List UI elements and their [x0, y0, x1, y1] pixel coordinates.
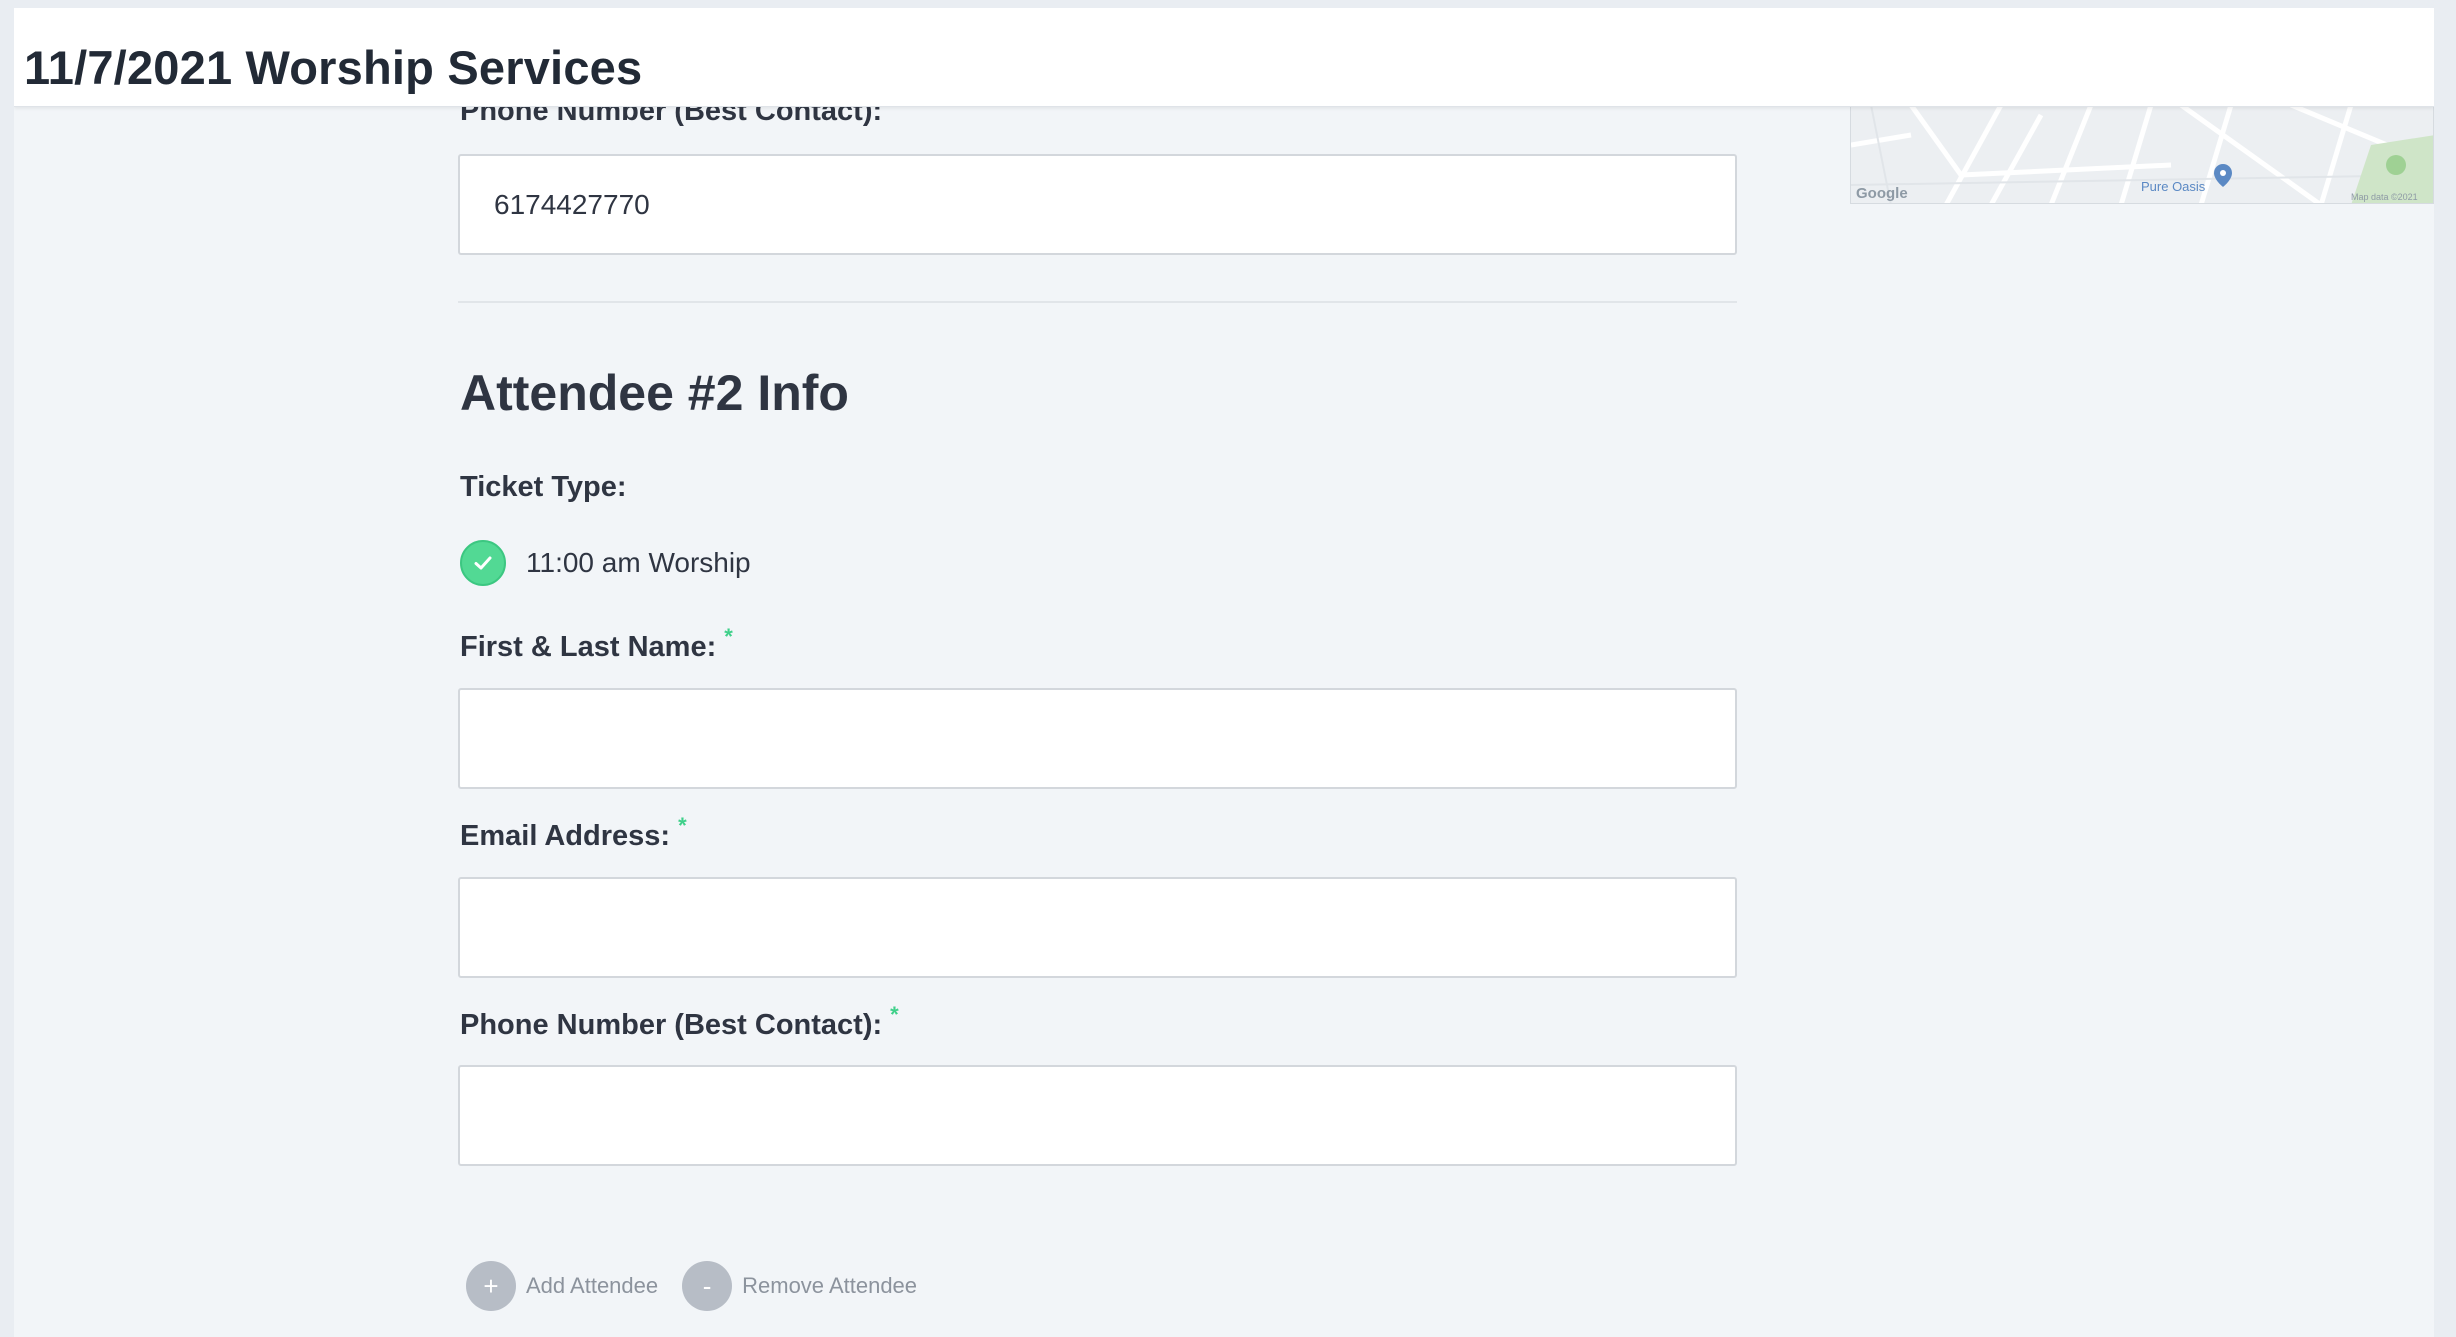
header-bar: 11/7/2021 Worship Services: [14, 8, 2434, 107]
page-background: Google Pure Oasis Map data ©2021 Phone N…: [14, 8, 2434, 1337]
attendee2-heading: Attendee #2 Info: [460, 365, 849, 421]
attendee-actions: + Add Attendee - Remove Attendee: [466, 1260, 917, 1312]
page-title: 11/7/2021 Worship Services: [24, 41, 643, 94]
minus-icon[interactable]: -: [682, 1261, 733, 1311]
map-provider-label: Google: [1856, 185, 1908, 202]
add-attendee-label[interactable]: Add Attendee: [526, 1273, 658, 1299]
section-divider: [458, 301, 1737, 303]
name-input[interactable]: [458, 688, 1737, 789]
ticket-option[interactable]: 11:00 am Worship: [460, 539, 751, 587]
ticket-type-label: Ticket Type:: [460, 471, 627, 503]
name-label-text: First & Last Name:: [460, 631, 717, 663]
email-field-label: Email Address: *: [460, 813, 687, 853]
map-attribution: Map data ©2021: [2351, 192, 2418, 202]
name-field-label: First & Last Name: *: [460, 624, 733, 664]
check-icon[interactable]: [460, 540, 506, 586]
required-asterisk: *: [678, 813, 687, 838]
location-map[interactable]: Google Pure Oasis Map data ©2021: [1850, 104, 2434, 204]
email-input[interactable]: [458, 877, 1737, 978]
remove-attendee-button[interactable]: - Remove Attendee: [682, 1261, 917, 1311]
attendee1-phone-input[interactable]: [458, 154, 1737, 255]
remove-attendee-label[interactable]: Remove Attendee: [742, 1273, 917, 1299]
phone-field-label: Phone Number (Best Contact): *: [460, 1002, 899, 1042]
ticket-option-label: 11:00 am Worship: [526, 547, 751, 578]
phone-input[interactable]: [458, 1065, 1737, 1166]
required-asterisk: *: [890, 1002, 899, 1027]
plus-icon[interactable]: +: [466, 1261, 516, 1311]
add-attendee-button[interactable]: + Add Attendee: [466, 1261, 658, 1311]
map-place-label: Pure Oasis: [2141, 179, 2206, 194]
phone-label-text: Phone Number (Best Contact):: [460, 1009, 883, 1041]
required-asterisk: *: [724, 624, 733, 649]
email-label-text: Email Address:: [460, 820, 671, 852]
